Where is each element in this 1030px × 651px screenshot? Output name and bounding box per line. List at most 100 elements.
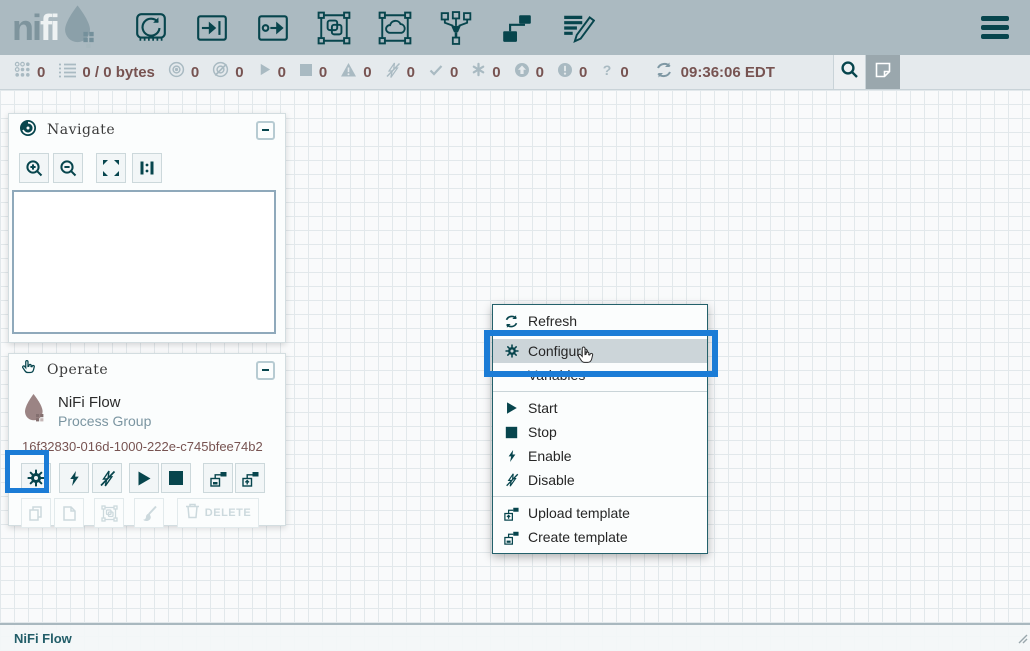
compass-icon — [19, 119, 37, 142]
navigate-panel: Navigate — [8, 113, 286, 343]
refresh-icon[interactable] — [655, 61, 673, 83]
disabled-stat: 0 — [385, 62, 415, 83]
nifi-drop-icon — [59, 4, 99, 53]
search-button[interactable] — [833, 55, 865, 89]
status-bar: 0 0 / 0 bytes 0 0 — [0, 55, 1030, 90]
menu-item-label: Enable — [528, 448, 572, 464]
breadcrumb[interactable]: NiFi Flow — [14, 631, 72, 646]
invalid-stat: 0 — [340, 62, 371, 83]
last-refreshed-time: 09:36:06 EDT — [681, 64, 775, 81]
funnel-icon[interactable] — [438, 10, 474, 46]
up-to-date-stat: 0 — [428, 62, 458, 83]
delete-button-label: DELETE — [205, 507, 251, 519]
remote-process-group-icon[interactable] — [377, 10, 413, 46]
output-port-icon[interactable] — [255, 10, 291, 46]
svg-text:?: ? — [603, 62, 612, 78]
input-port-icon[interactable] — [194, 10, 230, 46]
menu-item-start[interactable]: Start — [493, 396, 707, 420]
operate-panel-title: Operate — [47, 362, 108, 378]
enable-button[interactable] — [59, 463, 89, 493]
transmitting-icon — [168, 61, 185, 83]
last-refreshed: 09:36:06 EDT — [655, 55, 775, 89]
disable-button[interactable] — [92, 463, 122, 493]
menu-item-enable[interactable]: Enable — [493, 444, 707, 468]
menu-item-refresh[interactable]: Refresh — [493, 309, 707, 333]
create-template-button[interactable] — [203, 463, 233, 493]
locally-modified-icon — [471, 62, 486, 82]
template-icon[interactable] — [499, 10, 535, 46]
actual-size-button[interactable] — [132, 153, 162, 183]
group-button[interactable] — [94, 498, 124, 528]
stop-icon — [503, 426, 520, 439]
resize-grip-icon[interactable] — [1016, 631, 1028, 649]
zoom-in-button[interactable] — [19, 153, 49, 183]
component-toolbar — [133, 10, 596, 46]
operate-actions-row-1 — [9, 454, 285, 493]
operate-actions-row-2: DELETE — [9, 493, 285, 528]
transmitting-count: 0 — [191, 64, 199, 81]
menu-item-label: Start — [528, 400, 558, 416]
birdseye-view[interactable] — [12, 190, 276, 334]
active-threads-count: 0 — [37, 64, 45, 81]
stopped-count: 0 — [319, 64, 327, 81]
new-note-button[interactable] — [865, 55, 900, 89]
selected-component: NiFi Flow Process Group — [9, 386, 285, 431]
upload-template-button[interactable] — [235, 463, 265, 493]
menu-item-upload-template[interactable]: Upload template — [493, 501, 707, 525]
active-threads-stat: 0 — [14, 61, 45, 83]
stop-button[interactable] — [161, 463, 191, 493]
menu-item-configure[interactable]: Configure — [493, 339, 707, 363]
create-template-icon — [503, 530, 520, 545]
not-transmitting-stat: 0 — [212, 61, 243, 83]
color-button[interactable] — [134, 498, 164, 528]
invalid-count: 0 — [363, 64, 371, 81]
navigate-panel-title: Navigate — [47, 122, 115, 138]
collapse-operate-button[interactable] — [256, 361, 275, 380]
queued-icon — [58, 62, 76, 83]
collapse-navigate-button[interactable] — [256, 121, 275, 140]
stale-icon — [514, 62, 530, 83]
menu-item-disable[interactable]: Disable — [493, 468, 707, 492]
menu-item-label: Disable — [528, 472, 575, 488]
zoom-out-button[interactable] — [53, 153, 83, 183]
menu-item-create-template[interactable]: Create template — [493, 525, 707, 549]
menu-item-label: Stop — [528, 424, 557, 440]
flow-status-counts: 0 0 / 0 bytes 0 0 — [14, 55, 629, 89]
fit-button[interactable] — [96, 153, 126, 183]
locally-modified-and-stale-count: 0 — [579, 64, 587, 81]
menu-item-stop[interactable]: Stop — [493, 420, 707, 444]
selected-component-type: Process Group — [58, 413, 151, 429]
copy-button[interactable] — [21, 498, 51, 528]
up-to-date-count: 0 — [450, 64, 458, 81]
locally-modified-and-stale-stat: 0 — [557, 62, 587, 83]
configuration-button[interactable] — [21, 463, 51, 493]
running-count: 0 — [278, 64, 286, 81]
menu-item-label: Variables — [528, 367, 585, 383]
menu-item-label: Refresh — [528, 313, 577, 329]
nifi-logo: nifi — [12, 2, 99, 53]
up-to-date-icon — [428, 62, 444, 83]
menu-item-variables[interactable]: Variables — [493, 363, 707, 387]
logo-text-ni: ni — [12, 10, 40, 46]
bolt-icon — [503, 449, 520, 463]
menu-divider — [493, 496, 707, 497]
operate-panel: Operate NiFi Flow Process Group 16f32830… — [8, 353, 286, 526]
refresh-icon — [503, 314, 520, 329]
delete-button[interactable]: DELETE — [177, 498, 259, 528]
menu-divider — [493, 391, 707, 392]
paste-button[interactable] — [54, 498, 84, 528]
selected-component-name: NiFi Flow — [58, 394, 151, 411]
stopped-stat: 0 — [299, 63, 327, 82]
start-button[interactable] — [129, 463, 159, 493]
menu-item-label: Create template — [528, 529, 628, 545]
search-icon — [840, 60, 859, 84]
label-icon[interactable] — [560, 10, 596, 46]
hamburger-icon[interactable] — [980, 15, 1010, 40]
process-group-icon[interactable] — [316, 10, 352, 46]
statusbar-buttons — [833, 55, 900, 89]
gear-icon — [503, 344, 520, 358]
navigate-panel-header: Navigate — [9, 114, 285, 146]
queued-count: 0 / 0 bytes — [82, 64, 155, 81]
sync-failure-count: 0 — [620, 64, 628, 81]
processor-icon[interactable] — [133, 10, 169, 46]
